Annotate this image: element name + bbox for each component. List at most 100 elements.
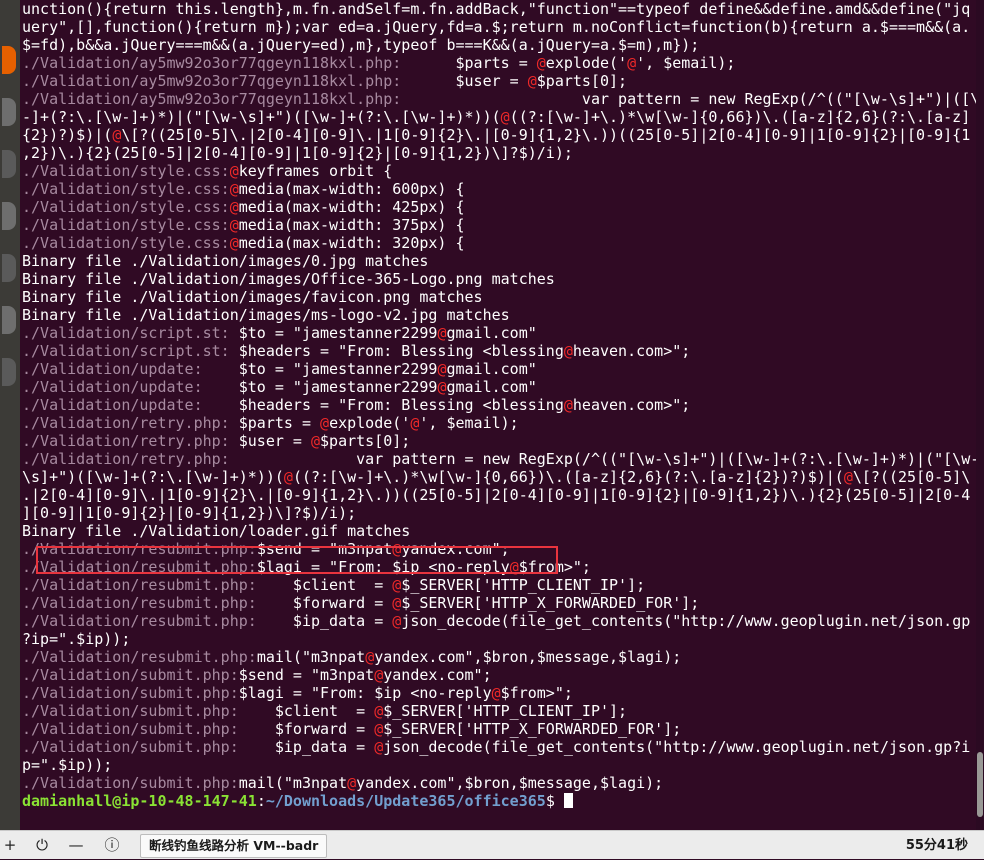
text-segment: $headers = "From: Blessing <blessing [202,396,564,414]
match-highlight: @ [229,234,239,252]
match-filename: ./Validation/submit.php: [22,666,239,684]
text-segment: -]+(?:\.[\w-]+)*)|("[\w-\s]+")([\w-]+(?:… [22,108,501,126]
app-icon-glyph [2,358,16,386]
match-highlight: @ [392,594,402,612]
text-cursor [563,793,573,808]
match-filename: ./Validation/resubmit.php: [22,612,257,630]
text-segment: ,2})\.){2}(25[0-5]|2[0-4][0-9]|1[0-9]{2}… [22,144,573,162]
text-segment: keyframes orbit { [238,162,393,180]
app-icon-glyph [2,150,16,178]
terminal-line: Binary file ./Validation/images/0.jpg ma… [22,252,976,270]
match-highlight: @ [536,54,546,72]
match-highlight: @ [374,666,384,684]
text-segment: Binary file ./Validation/images/ms-logo-… [22,306,510,324]
terminal-line: ./Validation/resubmit.php: $client = @$_… [22,576,976,594]
match-highlight: @ [283,468,293,486]
terminal-line: ./Validation/style.css:@keyframes orbit … [22,162,976,180]
text-segment: Binary file ./Validation/loader.gif matc… [22,522,411,540]
text-segment: $to = "jamestanner2299 [202,378,438,396]
terminal-line: $=fd),b&&a.jQuery===m&&(a.jQuery=ed),m},… [22,36,976,54]
terminal-scrollbar[interactable] [976,0,984,830]
match-filename: ./Validation/ay5mw92o3or77qgeyn118kxl.ph… [22,72,402,90]
match-highlight: @ [374,720,384,738]
app-icon-glyph [2,202,16,230]
match-filename: ./Validation/ay5mw92o3or77qgeyn118kxl.ph… [22,90,402,108]
text-segment: Binary file ./Validation/images/favicon.… [22,288,483,306]
terminal-line: ./Validation/script.st: $to = "jamestann… [22,324,976,342]
terminal-line: Binary file ./Validation/images/Office-3… [22,270,976,288]
text-segment: \[?((25[0-5]\.|2[0-4][0-9]\.|1[0-9]{2}\.… [121,126,971,144]
text-segment: ?ip=".$ip)); [22,630,131,648]
text-segment: $_SERVER['HTTP_CLIENT_IP']; [401,576,646,594]
text-segment: $parts[0]; [536,72,628,90]
text-segment: p=".$ip)); [22,756,113,774]
text-segment: json_decode(file_get_contents("http://ww… [383,738,971,756]
text-segment: $client = [238,702,375,720]
terminal-line: ./Validation/ay5mw92o3or77qgeyn118kxl.ph… [22,54,976,72]
power-icon[interactable]: ⏻ [32,835,52,855]
match-highlight: @ [311,432,321,450]
text-segment: $parts = [401,54,537,72]
terminal-line: unction(){return this.length},m.fn.andSe… [22,0,976,18]
terminal-line: ./Validation/submit.php:mail("m3npat@yan… [22,774,976,792]
text-segment: Binary file ./Validation/images/Office-3… [22,270,555,288]
match-highlight: @ [229,198,239,216]
match-highlight: @ [491,684,501,702]
terminal-line: ./Validation/resubmit.php: $forward = @$… [22,594,976,612]
shell-prompt[interactable]: damianhall@ip-10-48-147-41:~/Downloads/U… [22,792,976,810]
scrollbar-thumb[interactable] [977,752,983,817]
match-highlight: @ [112,126,122,144]
taskbar-window-button[interactable]: 断线钓鱼线路分析 VM--badr [140,834,328,858]
text-segment: $_SERVER['HTTP_X_FORWARDED_FOR']; [401,594,700,612]
match-filename: ./Validation/retry.php: [22,414,230,432]
app-icon[interactable] [0,300,20,340]
terminal-line: ./Validation/update: $to = "jamestanner2… [22,360,976,378]
highlight-box [36,546,558,574]
terminal-window[interactable]: unction(){return this.length},m.fn.andSe… [20,0,976,830]
match-filename: ./Validation/style.css: [22,198,230,216]
match-highlight: @ [527,72,537,90]
app-icon[interactable] [0,352,20,392]
terminal-line: Binary file ./Validation/images/favicon.… [22,288,976,306]
firefox-icon[interactable] [0,40,20,80]
text-segment: ', $email); [636,54,736,72]
minus-icon[interactable]: — [66,835,86,855]
text-segment: ((?:[\w-]+\.)*\w[\w-]{0,66})\.([a-z]{2,6… [509,108,971,126]
text-segment: {2})?)$)|( [22,126,113,144]
match-filename: ./Validation/update: [22,360,203,378]
text-segment: mail("m3npat [256,648,366,666]
text-segment: media(max-width: 375px) { [238,216,465,234]
match-filename: ./Validation/submit.php: [22,702,239,720]
text-segment: ', $email); [419,414,519,432]
taskbar: + ⏻ — ⓘ 断线钓鱼线路分析 VM--badr 55分41秒 [0,830,984,859]
text-segment: unction(){return this.length},m.fn.andSe… [22,0,971,18]
text-segment: $ip_data = [256,612,393,630]
text-segment: gmail.com" [446,378,537,396]
text-segment: $user = [401,72,528,90]
app-icon[interactable] [0,196,20,236]
match-filename: ./Validation/resubmit.php: [22,576,257,594]
prompt-path: ~/Downloads/Update365/office365 [265,792,546,810]
match-filename: ./Validation/submit.php: [22,720,239,738]
text-segment: media(max-width: 600px) { [238,180,465,198]
app-icon[interactable] [0,92,20,132]
app-icon-glyph [2,98,16,126]
terminal-line: ./Validation/style.css:@media(max-width:… [22,198,976,216]
match-filename: ./Validation/resubmit.php: [22,594,257,612]
text-segment: yandex.com",$bron,$message,$lagi); [356,774,664,792]
terminal-line: ./Validation/resubmit.php: $ip_data = @j… [22,612,976,630]
text-segment: $from>"; [500,684,573,702]
text-segment: explode(' [329,414,411,432]
text-segment: yandex.com",$bron,$message,$lagi); [374,648,682,666]
text-segment: $lagi = "From: $ip <no-reply [238,684,492,702]
match-filename: ./Validation/style.css: [22,162,230,180]
text-segment: \s]+")([\w-]+(?:\.[\w-]+)*))( [22,468,284,486]
text-segment: gmail.com" [446,324,537,342]
plus-icon[interactable]: + [0,835,20,855]
app-icon[interactable] [0,144,20,184]
info-icon[interactable]: ⓘ [102,835,122,855]
match-filename: ./Validation/style.css: [22,180,230,198]
match-highlight: @ [374,702,384,720]
match-highlight: @ [843,468,853,486]
app-icon[interactable] [0,248,20,288]
